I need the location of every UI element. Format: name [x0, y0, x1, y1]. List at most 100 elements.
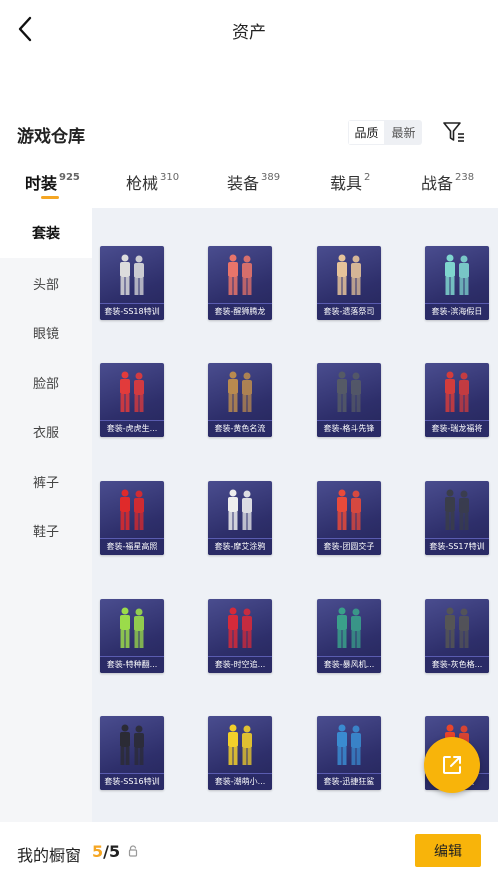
outfit-image [120, 607, 144, 648]
edit-button[interactable]: 编辑 [415, 834, 481, 867]
sidebar-item-suits[interactable]: 套装 [0, 208, 92, 258]
outfit-image [120, 254, 144, 295]
outfit-image [337, 371, 361, 412]
filter-icon [443, 122, 464, 142]
tab-vehicles[interactable]: 载具 2 [330, 170, 370, 194]
tab-guns[interactable]: 枪械 310 [126, 170, 179, 194]
outfit-caption: 套装-滨海假日 [425, 303, 489, 320]
outfit-caption: 套装-潮萌小... [208, 773, 272, 790]
wardrobe-label: 我的橱窗 [17, 846, 82, 865]
sort-toggle: 品质 最新 [348, 120, 422, 145]
outfit-caption: 套装-黄色名流 [208, 420, 272, 437]
category-tabs: 时装 925 枪械 310 装备 389 载具 2 战备 238 [0, 158, 498, 208]
wardrobe-total: 5 [108, 842, 121, 861]
bottom-bar: 我的橱窗 5/5 编辑 [0, 822, 498, 880]
outfit-card[interactable]: 套装-滨海假日 [425, 246, 489, 320]
outfit-caption: 套装-SS18特训 [100, 303, 164, 320]
outfit-card[interactable]: 套装-格斗先锋 [317, 363, 381, 437]
outfit-caption: 套装-SS16特训 [100, 773, 164, 790]
outfit-card[interactable]: 套装-团圆交子 [317, 481, 381, 555]
outfit-card[interactable]: 套装-潮萌小... [208, 716, 272, 790]
outfit-caption: 套装-醒狮腾龙 [208, 303, 272, 320]
outfit-caption: 套装-瑞龙福将 [425, 420, 489, 437]
filter-button[interactable] [440, 118, 468, 146]
tab-count: 238 [455, 171, 475, 183]
outfit-image [120, 371, 144, 412]
top-bar: 资产 [0, 0, 498, 58]
outfit-card[interactable]: 套装-醒狮腾龙 [208, 246, 272, 320]
tab-label: 载具 [330, 174, 363, 193]
outfit-image [337, 254, 361, 295]
outfit-card[interactable]: 套装-迅捷狂鲨 [317, 716, 381, 790]
outfit-image [337, 607, 361, 648]
external-link-icon [443, 756, 461, 774]
sidebar-item-shoes[interactable]: 鞋子 [0, 505, 92, 555]
outfit-card[interactable]: 套装-灰色格... [425, 599, 489, 673]
outfit-card[interactable]: 套装-黄色名流 [208, 363, 272, 437]
page-title: 资产 [232, 23, 266, 43]
outfit-image [228, 371, 252, 412]
outfit-image [228, 489, 252, 530]
wardrobe-used: 5 [92, 842, 104, 861]
active-tab-indicator [41, 196, 59, 199]
outfit-caption: 套装-福星高照 [100, 538, 164, 555]
outfit-card[interactable]: 套装-虎虎生... [100, 363, 164, 437]
tab-fashion[interactable]: 时装 925 [25, 170, 80, 194]
outfit-image [445, 371, 469, 412]
outfit-card[interactable]: 套装-福星高照 [100, 481, 164, 555]
outfit-image [337, 724, 361, 765]
tab-label: 战备 [421, 174, 454, 193]
outfit-image [337, 489, 361, 530]
outfit-caption: 套装-摩艾涂鸦 [208, 538, 272, 555]
section-title: 游戏仓库 [17, 127, 85, 147]
outfit-caption: 套装-迅捷狂鲨 [317, 773, 381, 790]
sidebar-item-face[interactable]: 脸部 [0, 357, 92, 407]
outfit-image [445, 489, 469, 530]
outfit-image [120, 724, 144, 765]
outfit-card[interactable]: 套装-暴风机... [317, 599, 381, 673]
outfit-caption: 套装-团圆交子 [317, 538, 381, 555]
outfit-caption: 套装-格斗先锋 [317, 420, 381, 437]
tab-count: 925 [59, 171, 80, 183]
outfit-image [228, 254, 252, 295]
lock-icon [128, 845, 138, 857]
outfit-card[interactable]: 套装-瑞龙福将 [425, 363, 489, 437]
sidebar-item-pants[interactable]: 裤子 [0, 456, 92, 506]
outfit-caption: 套装-时空追... [208, 656, 272, 673]
tab-label: 枪械 [126, 174, 159, 193]
outfit-card[interactable]: 套装-SS16特训 [100, 716, 164, 790]
outfit-card[interactable]: 套装-摩艾涂鸦 [208, 481, 272, 555]
outfit-caption: 套装-灰色格... [425, 656, 489, 673]
sidebar-item-clothes[interactable]: 衣服 [0, 406, 92, 456]
outfit-caption: 套装-SS17特训 [425, 538, 489, 555]
outfit-image [120, 489, 144, 530]
sort-quality-button[interactable]: 品质 [348, 120, 385, 145]
outfit-image [228, 724, 252, 765]
outfit-caption: 套装-暴风机... [317, 656, 381, 673]
tab-equipment[interactable]: 装备 389 [227, 170, 280, 194]
share-fab-button[interactable] [424, 737, 480, 793]
outfit-image [228, 607, 252, 648]
tab-combat-gear[interactable]: 战备 238 [421, 170, 474, 194]
outfit-card[interactable]: 套装-SS18特训 [100, 246, 164, 320]
wardrobe-count: 5/5 [92, 842, 120, 861]
tab-label: 时装 [25, 174, 58, 193]
sidebar-item-head[interactable]: 头部 [0, 258, 92, 308]
tab-count: 389 [261, 171, 281, 183]
sidebar: 套装 头部 眼镜 脸部 衣服 裤子 鞋子 [0, 208, 92, 822]
item-grid: 套装-SS18特训 套装-醒狮腾龙 套装-遗落祭司 套装-滨海假日套装-虎虎生... 套… [92, 208, 498, 822]
outfit-card[interactable]: 套装-时空追... [208, 599, 272, 673]
outfit-caption: 套装-虎虎生... [100, 420, 164, 437]
outfit-caption: 套装-遗落祭司 [317, 303, 381, 320]
tab-count: 2 [364, 171, 371, 183]
outfit-card[interactable]: 套装-遗落祭司 [317, 246, 381, 320]
outfit-image [445, 254, 469, 295]
tab-count: 310 [160, 171, 180, 183]
tab-label: 装备 [227, 174, 260, 193]
outfit-caption: 套装-特种翻... [100, 656, 164, 673]
sort-newest-button[interactable]: 最新 [385, 120, 422, 145]
sidebar-item-glasses[interactable]: 眼镜 [0, 307, 92, 357]
outfit-card[interactable]: 套装-特种翻... [100, 599, 164, 673]
outfit-image [445, 607, 469, 648]
outfit-card[interactable]: 套装-SS17特训 [425, 481, 489, 555]
